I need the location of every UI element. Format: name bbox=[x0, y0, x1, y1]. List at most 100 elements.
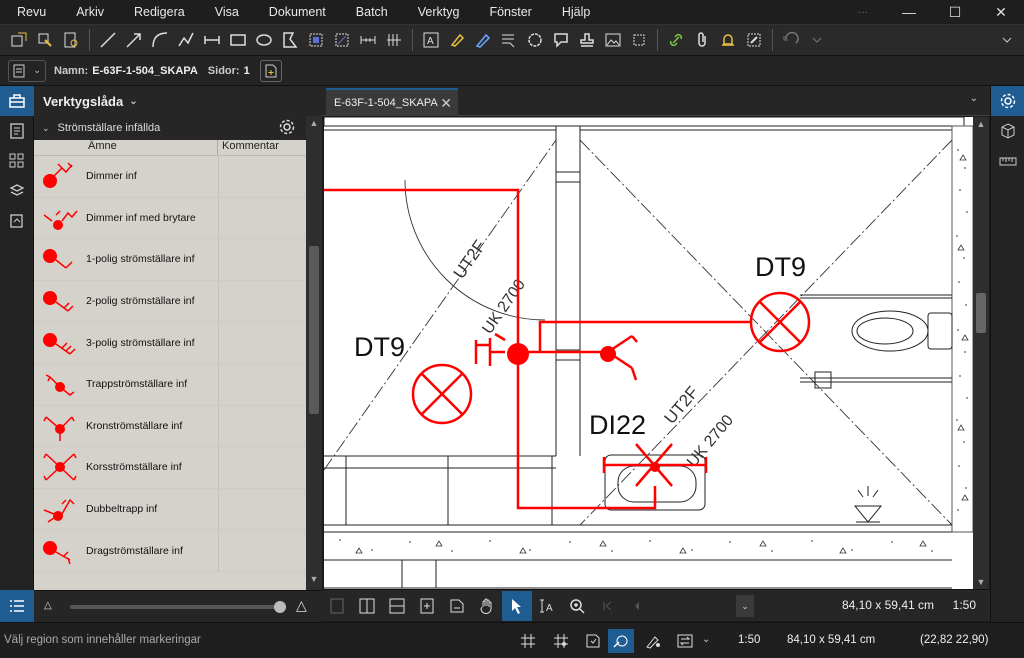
scroll-up-icon[interactable]: ▲ bbox=[306, 118, 322, 132]
arrow-tool-icon[interactable] bbox=[122, 28, 146, 52]
dimension-tool-icon[interactable] bbox=[200, 28, 224, 52]
tool-item-drag[interactable]: Dragströmställare inf bbox=[34, 530, 306, 572]
ellipse-tool-icon[interactable] bbox=[252, 28, 276, 52]
tool-item-1-polig[interactable]: 1-polig strömställare inf bbox=[34, 239, 306, 281]
fit-width-icon[interactable] bbox=[442, 591, 472, 621]
undo-icon[interactable] bbox=[779, 28, 803, 52]
grid-icon[interactable] bbox=[515, 629, 541, 653]
properties-tab[interactable] bbox=[0, 116, 34, 146]
layers-tab[interactable] bbox=[0, 176, 34, 206]
first-page-icon[interactable] bbox=[592, 591, 622, 621]
split-horizontal-icon[interactable] bbox=[382, 591, 412, 621]
tool-item-dimmer[interactable]: Dimmer inf bbox=[34, 156, 306, 198]
scrollbar-thumb[interactable] bbox=[309, 246, 319, 414]
previous-page-icon[interactable] bbox=[622, 591, 652, 621]
polyline-tool-icon[interactable] bbox=[174, 28, 198, 52]
menu-revu[interactable]: Revu bbox=[0, 5, 59, 19]
bell-icon[interactable] bbox=[716, 28, 740, 52]
link-icon[interactable] bbox=[664, 28, 688, 52]
tool-item-kors[interactable]: Korsströmställare inf bbox=[34, 447, 306, 489]
close-button[interactable]: ✕ bbox=[978, 0, 1024, 24]
attachment-icon[interactable] bbox=[690, 28, 714, 52]
drawing-canvas[interactable]: UT2F UK 2700 UT2F UK 2700 DT9 DT9 DI22 bbox=[324, 117, 973, 589]
chevron-down-icon[interactable]: ⌄ bbox=[702, 634, 710, 645]
toolchest-tab[interactable] bbox=[0, 86, 34, 116]
more-icon[interactable]: ··· bbox=[840, 0, 886, 24]
menu-redigera[interactable]: Redigera bbox=[117, 5, 198, 19]
zoom-icon[interactable] bbox=[562, 591, 592, 621]
scroll-down-icon[interactable]: ▼ bbox=[306, 574, 322, 588]
pan-hand-icon[interactable] bbox=[472, 591, 502, 621]
snap-to-markup-icon[interactable] bbox=[608, 629, 634, 653]
chevron-down-icon[interactable]: ⌄ bbox=[970, 93, 978, 104]
polygon-tool-icon[interactable] bbox=[278, 28, 302, 52]
undo-dropdown-icon[interactable] bbox=[805, 28, 829, 52]
3d-view-tab[interactable] bbox=[991, 116, 1024, 146]
snapshot-icon[interactable] bbox=[33, 28, 57, 52]
scrollbar-thumb[interactable] bbox=[976, 293, 986, 333]
crop-icon[interactable] bbox=[627, 28, 651, 52]
page-dropdown[interactable]: ⌄ bbox=[736, 595, 754, 617]
reuse-markup-icon[interactable] bbox=[640, 629, 666, 653]
scroll-up-icon[interactable]: ▲ bbox=[973, 119, 989, 129]
maximize-button[interactable]: ☐ bbox=[932, 0, 978, 24]
toolset-header[interactable]: ⌄ Strömställare infällda bbox=[34, 116, 322, 140]
tool-item-2-polig[interactable]: 2-polig strömställare inf bbox=[34, 280, 306, 323]
file-access-tab[interactable] bbox=[0, 206, 34, 236]
settings-tab[interactable] bbox=[991, 86, 1024, 116]
highlight-region-icon[interactable] bbox=[304, 28, 328, 52]
menu-visa[interactable]: Visa bbox=[198, 5, 252, 19]
size-small-icon[interactable]: △ bbox=[44, 600, 52, 611]
cloud-icon[interactable] bbox=[523, 28, 547, 52]
tool-item-3-polig[interactable]: 3-polig strömställare inf bbox=[34, 322, 306, 364]
split-vertical-icon[interactable] bbox=[352, 591, 382, 621]
note-icon[interactable] bbox=[549, 28, 573, 52]
measure-length-icon[interactable] bbox=[356, 28, 380, 52]
toolchest-scrollbar[interactable]: ▲ ▼ bbox=[306, 116, 322, 590]
minimize-button[interactable]: — bbox=[886, 0, 932, 24]
hatch-region-icon[interactable] bbox=[330, 28, 354, 52]
rectangle-tool-icon[interactable] bbox=[226, 28, 250, 52]
toolbar-overflow-icon[interactable] bbox=[995, 28, 1019, 52]
size-large-icon[interactable]: △ bbox=[296, 597, 307, 614]
pen-icon[interactable] bbox=[471, 28, 495, 52]
arc-tool-icon[interactable] bbox=[148, 28, 172, 52]
thumbnails-tab[interactable] bbox=[0, 146, 34, 176]
menu-batch[interactable]: Batch bbox=[339, 5, 401, 19]
menu-verktyg[interactable]: Verktyg bbox=[401, 5, 473, 19]
close-tab-icon[interactable]: ✕ bbox=[440, 95, 452, 112]
callout-icon[interactable] bbox=[497, 28, 521, 52]
status-scale[interactable]: 1:50 bbox=[738, 634, 760, 646]
tool-item-kron[interactable]: Kronströmställare inf bbox=[34, 405, 306, 448]
add-page-button[interactable] bbox=[259, 59, 282, 82]
column-subject[interactable]: Ämne bbox=[34, 140, 218, 155]
icon-size-slider[interactable] bbox=[70, 601, 286, 613]
scroll-down-icon[interactable]: ▼ bbox=[973, 577, 989, 587]
text-box-icon[interactable]: A bbox=[419, 28, 443, 52]
menu-dokument[interactable]: Dokument bbox=[252, 5, 339, 19]
slider-knob[interactable] bbox=[274, 601, 286, 613]
fit-page-icon[interactable] bbox=[412, 591, 442, 621]
paste-icon[interactable] bbox=[59, 28, 83, 52]
page-scale[interactable]: 1:50 bbox=[953, 598, 976, 612]
menu-arkiv[interactable]: Arkiv bbox=[59, 5, 117, 19]
tool-item-dimmer-brytare[interactable]: Dimmer inf med brytare bbox=[34, 197, 306, 240]
line-tool-icon[interactable] bbox=[96, 28, 120, 52]
single-page-icon[interactable] bbox=[322, 591, 352, 621]
tool-item-dubbeltrapp[interactable]: Dubbeltrapp inf bbox=[34, 488, 306, 531]
select-text-icon[interactable] bbox=[7, 28, 31, 52]
tool-item-trapp[interactable]: Trappströmställare inf bbox=[34, 363, 306, 406]
measurements-tab[interactable] bbox=[991, 146, 1024, 176]
tab-document[interactable]: E-63F-1-504_SKAPA ✕ bbox=[326, 88, 458, 116]
snap-to-grid-icon[interactable] bbox=[548, 629, 574, 653]
menu-hjalp[interactable]: Hjälp bbox=[545, 5, 604, 19]
select-text-icon[interactable]: A bbox=[532, 591, 562, 621]
eraser-icon[interactable] bbox=[742, 28, 766, 52]
canvas-scrollbar[interactable]: ▲ ▼ bbox=[973, 117, 989, 589]
stamp-icon[interactable] bbox=[575, 28, 599, 52]
document-menu-button[interactable]: ⌄ bbox=[8, 59, 46, 82]
count-tool-icon[interactable] bbox=[382, 28, 406, 52]
snap-to-content-icon[interactable] bbox=[580, 629, 606, 653]
sync-icon[interactable] bbox=[672, 629, 698, 653]
column-comment[interactable]: Kommentar bbox=[218, 140, 279, 155]
